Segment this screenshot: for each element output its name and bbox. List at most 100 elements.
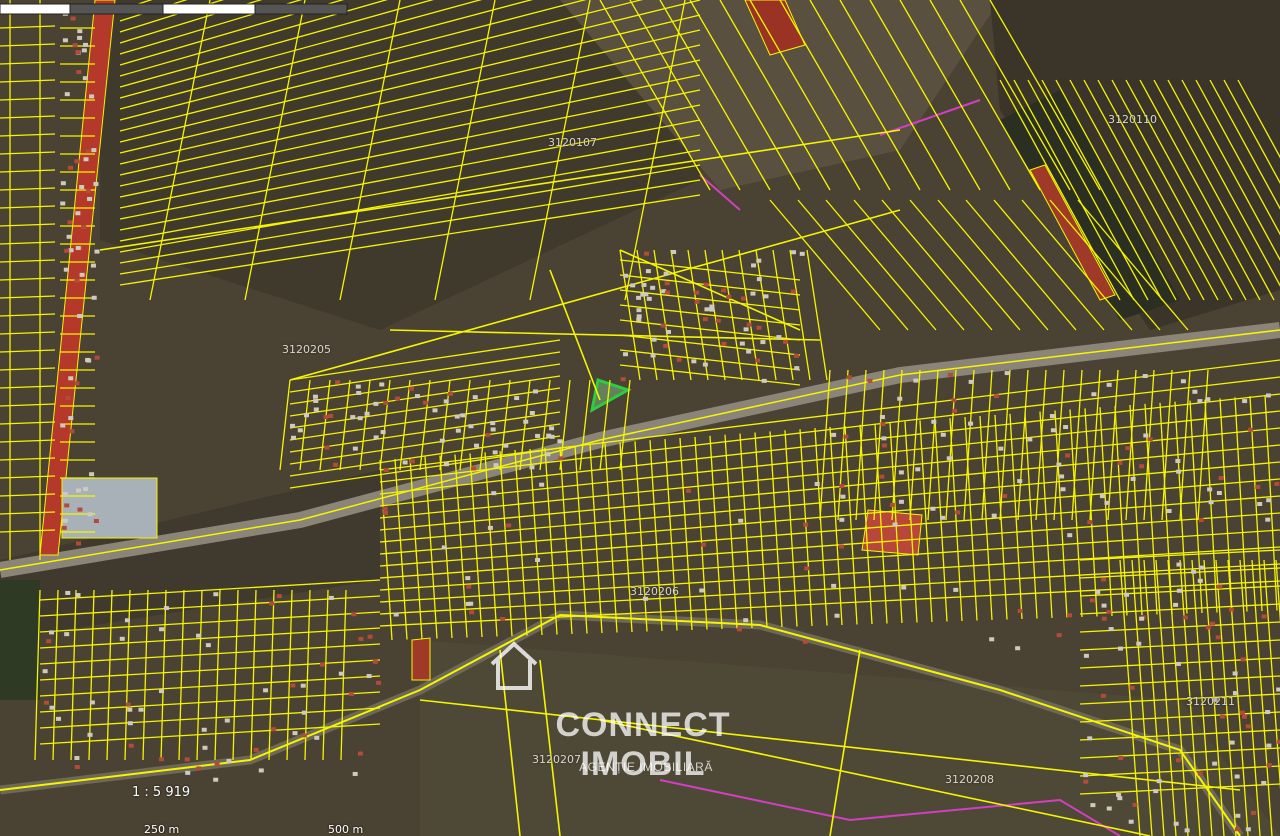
building (1197, 578, 1203, 583)
building (535, 433, 541, 438)
building (1175, 458, 1181, 463)
building (474, 443, 480, 448)
building (269, 601, 275, 606)
building (1060, 487, 1066, 492)
building (663, 271, 669, 276)
building (685, 488, 691, 493)
building (93, 519, 99, 524)
building (721, 341, 727, 346)
building (163, 606, 169, 611)
building (356, 390, 362, 395)
building (441, 545, 447, 550)
building (664, 281, 670, 286)
greenhouses (61, 477, 158, 539)
building (1139, 616, 1145, 621)
building (87, 732, 93, 737)
building (930, 506, 936, 511)
building (64, 248, 70, 253)
building (485, 432, 491, 437)
cadastral-map[interactable]: 3120107 3120110 3120205 3120206 3120207 … (0, 0, 1280, 836)
building (205, 643, 211, 648)
building (214, 761, 220, 766)
building (756, 325, 762, 330)
building (1265, 517, 1271, 522)
building (357, 416, 363, 421)
building (62, 492, 68, 497)
building (380, 430, 386, 435)
building (1255, 484, 1261, 489)
building (355, 384, 361, 389)
building (1147, 437, 1153, 442)
building (1274, 481, 1280, 486)
building (1234, 827, 1240, 832)
building (127, 721, 133, 726)
building (1176, 469, 1182, 474)
building (539, 482, 545, 487)
building (743, 618, 749, 623)
scale-bar (0, 3, 348, 15)
building (1197, 399, 1203, 404)
building (643, 292, 649, 297)
sector-label-3120107: 3120107 (548, 136, 597, 149)
building (202, 745, 208, 750)
building (715, 318, 721, 323)
building (1175, 758, 1181, 763)
building (641, 282, 647, 287)
building (43, 700, 49, 705)
building (897, 396, 903, 401)
building (743, 327, 749, 332)
building (432, 408, 438, 413)
building (158, 689, 164, 694)
building (338, 671, 344, 676)
building (881, 436, 887, 441)
building (630, 283, 636, 288)
building (1106, 806, 1112, 811)
building (468, 424, 474, 429)
building (529, 411, 535, 416)
building (1241, 714, 1247, 719)
building (466, 584, 472, 589)
building (1136, 641, 1142, 646)
building (301, 710, 307, 715)
building (1197, 771, 1203, 776)
building (224, 718, 230, 723)
building (1207, 487, 1213, 492)
building (931, 419, 937, 424)
building (76, 541, 82, 546)
building (366, 674, 372, 679)
building (125, 702, 131, 707)
building (1095, 590, 1101, 595)
house-icon (490, 641, 538, 690)
building (439, 438, 445, 443)
building (793, 353, 799, 358)
building (1242, 399, 1248, 404)
building (1218, 476, 1224, 481)
building (557, 439, 563, 444)
building (660, 323, 666, 328)
building (333, 462, 339, 467)
building (90, 263, 96, 268)
building (1240, 657, 1246, 662)
building (74, 756, 80, 761)
building (1175, 661, 1181, 666)
building (1117, 460, 1123, 465)
building (802, 639, 808, 644)
building (879, 415, 885, 420)
sector-label-3120208: 3120208 (945, 773, 994, 786)
building (75, 246, 81, 251)
building (1104, 500, 1110, 505)
building (892, 522, 898, 527)
building (1261, 781, 1267, 786)
building (646, 296, 652, 301)
building (726, 294, 732, 299)
building (77, 507, 83, 512)
building (1027, 437, 1033, 442)
building (700, 542, 706, 547)
building (783, 339, 789, 344)
building (709, 307, 715, 312)
building (94, 249, 100, 254)
building (1217, 584, 1223, 589)
building (350, 415, 356, 420)
building (651, 337, 657, 342)
building (650, 353, 656, 358)
